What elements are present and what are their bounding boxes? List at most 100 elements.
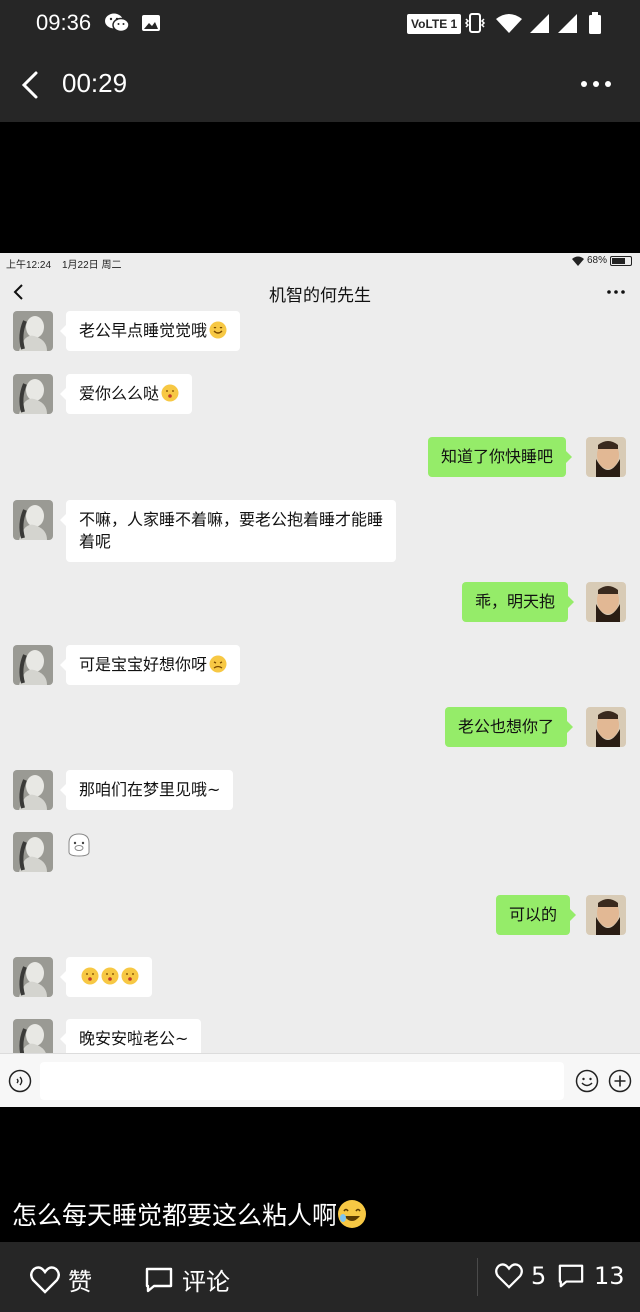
message-bubble[interactable]: 爱你么么哒 (59, 374, 193, 414)
message-bubble[interactable]: 可以的 (496, 895, 577, 935)
avatar-her-image (13, 374, 53, 414)
image-icon (142, 15, 160, 31)
battery-icon (589, 12, 601, 34)
comment-label: 评论 (182, 1268, 230, 1296)
pig-sticker[interactable] (66, 832, 92, 858)
avatar-her-image (13, 770, 53, 810)
heart-icon (495, 1263, 523, 1289)
kiss-emoji (101, 967, 119, 985)
avatar-him[interactable] (586, 707, 626, 747)
comment-icon (145, 1267, 173, 1292)
heart-icon (30, 1265, 60, 1294)
message-bubble[interactable]: 乖，明天抱 (462, 582, 575, 622)
avatar-her-image (13, 645, 53, 685)
message-text: 那咱们在梦里见哦~ (79, 780, 221, 799)
like-count-value: 5 (531, 1262, 547, 1290)
message-text: 知道了你快睡吧 (441, 447, 554, 466)
like-button[interactable]: 赞 (30, 1262, 92, 1297)
voice-icon[interactable] (8, 1069, 32, 1093)
message-text: 可以的 (509, 905, 558, 924)
avatar-him[interactable] (586, 437, 626, 477)
inner-status-bar: 上午12:24 1月22日 周二 68% (0, 253, 640, 271)
caption-text: 怎么每天睡觉都要这么粘人啊 (12, 1201, 338, 1230)
avatar-her[interactable] (13, 311, 53, 351)
smile-emoji (209, 321, 227, 339)
message-bubble[interactable]: 知道了你快睡吧 (428, 437, 573, 477)
avatar-her-image (13, 311, 53, 351)
avatar-her[interactable] (13, 957, 53, 997)
message-text: 老公也想你了 (458, 717, 555, 736)
chat-title: 机智的何先生 (269, 286, 371, 306)
battery-icon (610, 255, 633, 266)
chat-screenshot: 上午12:24 1月22日 周二 68% 机智的何先生 老公早点睡觉觉哦 爱你么… (0, 253, 640, 1107)
avatar-him[interactable] (586, 582, 626, 622)
more-dots-icon[interactable] (578, 74, 614, 94)
emoji-icon[interactable] (575, 1069, 599, 1093)
volte-badge: VoLTE 1 (407, 14, 462, 34)
avatar-him-image (586, 437, 626, 477)
comment-icon (558, 1264, 584, 1288)
kiss-emoji (161, 384, 179, 402)
inner-battery-text: 68% (587, 255, 608, 266)
message-bubble[interactable] (60, 957, 152, 997)
chevron-left-icon[interactable] (18, 70, 42, 100)
status-bar: 09:36 VoLTE 1 (0, 0, 640, 48)
message-input[interactable] (40, 1062, 564, 1100)
video-duration: 00:29 (62, 68, 128, 98)
message-text: 乖，明天抱 (475, 592, 556, 611)
avatar-her-image (13, 1019, 53, 1053)
avatar-her-image (13, 832, 53, 872)
like-count[interactable]: 5 (495, 1262, 546, 1290)
signal-icon (530, 14, 549, 33)
message-bubble[interactable]: 老公也想你了 (445, 707, 574, 747)
comment-count-value: 13 (594, 1262, 625, 1290)
avatar-her[interactable] (13, 1019, 53, 1053)
more-dots-icon[interactable] (606, 288, 626, 296)
message-text: 晚安安啦老公~ (79, 1029, 189, 1048)
message-text: 可是宝宝好想你呀 (79, 655, 208, 674)
inner-date: 1月22日 周二 (62, 260, 122, 271)
status-time: 09:36 (36, 10, 92, 35)
message-bubble[interactable]: 老公早点睡觉觉哦 (59, 311, 241, 351)
post-caption: 怎么每天睡觉都要这么粘人啊 (12, 1196, 367, 1232)
avatar-him-image (586, 582, 626, 622)
inner-battery-group: 68% (572, 255, 633, 266)
wifi-icon (496, 14, 522, 33)
wifi-icon (572, 256, 584, 266)
laughing-emoji (338, 1200, 367, 1228)
like-label: 赞 (68, 1268, 92, 1296)
sad-emoji (209, 655, 227, 673)
avatar-her[interactable] (13, 645, 53, 685)
avatar-her-image (13, 500, 53, 540)
avatar-her[interactable] (13, 770, 53, 810)
message-bubble[interactable]: 不嘛，人家睡不着嘛，要老公抱着睡才能睡着呢 (60, 500, 396, 562)
avatar-him-image (586, 707, 626, 747)
comment-count[interactable]: 13 (556, 1262, 625, 1290)
plus-icon[interactable] (608, 1069, 632, 1093)
chat-header: 机智的何先生 (0, 271, 640, 311)
avatar-him[interactable] (586, 895, 626, 935)
wechat-icon (105, 13, 130, 33)
message-text: 爱你么么哒 (79, 384, 160, 403)
message-list[interactable]: 老公早点睡觉觉哦 爱你么么哒 知道了你快睡吧 不嘛，人家睡不着嘛，要老公抱着睡才… (0, 311, 640, 1053)
avatar-her[interactable] (13, 374, 53, 414)
message-bubble[interactable]: 可是宝宝好想你呀 (59, 645, 241, 685)
kiss-emoji (81, 967, 99, 985)
kiss-emoji (121, 967, 139, 985)
avatar-her[interactable] (13, 832, 53, 872)
inner-time: 上午12:24 (6, 260, 52, 271)
divider (477, 1258, 478, 1296)
message-bubble[interactable]: 那咱们在梦里见哦~ (59, 770, 234, 810)
avatar-her-image (13, 957, 53, 997)
signal-icon (558, 14, 577, 33)
vibrate-icon (464, 13, 486, 33)
header-bar: 00:29 (0, 48, 640, 122)
message-bubble[interactable]: 晚安安啦老公~ (59, 1019, 202, 1053)
avatar-him-image (586, 895, 626, 935)
chat-input-bar (0, 1053, 640, 1107)
bottom-bar: 赞 评论 5 13 (0, 1242, 640, 1312)
comment-button[interactable]: 评论 (144, 1262, 230, 1297)
message-text: 不嘛，人家睡不着嘛，要老公抱着睡才能睡着呢 (79, 510, 384, 551)
message-text: 老公早点睡觉觉哦 (79, 321, 208, 340)
avatar-her[interactable] (13, 500, 53, 540)
